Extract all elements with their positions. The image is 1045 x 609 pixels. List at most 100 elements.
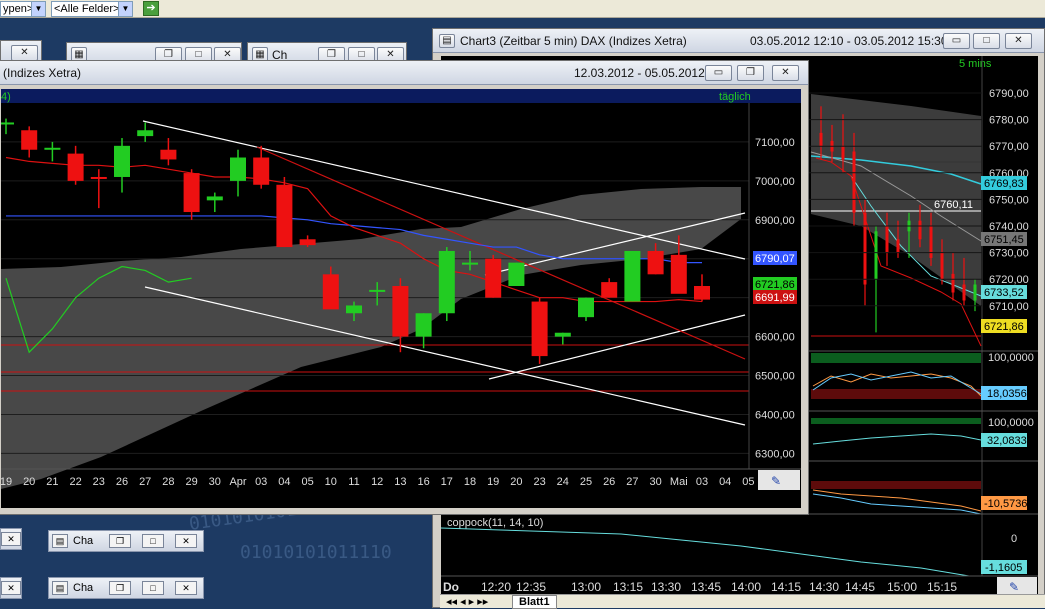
c3-x-tick-label: 14:00: [731, 580, 761, 594]
minimized-window-3[interactable]: ✕: [0, 577, 22, 599]
sheet-tab-blatt1[interactable]: Blatt1: [512, 595, 557, 609]
chart3-titlebar: ▤ Chart3 (Zeitbar 5 min) DAX (Indizes Xe…: [433, 29, 1044, 53]
c3-candle-body: [863, 212, 867, 285]
maximize-button[interactable]: □: [142, 534, 164, 548]
sheet-nav-icons[interactable]: ◂◂ ◂ ▸ ▸▸: [446, 595, 488, 608]
restore-button[interactable]: ❐: [737, 65, 764, 81]
type-combo-value: ypen>: [3, 3, 34, 15]
c3-candle-body: [940, 252, 944, 280]
pencil-icon[interactable]: ✎: [771, 474, 781, 488]
candle-body: [230, 157, 246, 181]
y-tick-label: 6900,00: [755, 215, 795, 227]
coppock-value: -1,1605: [985, 562, 1022, 574]
c3-badge-gray: 6751,45: [984, 234, 1024, 246]
close-button[interactable]: ✕: [1, 532, 21, 546]
x-tick-label: 26: [116, 476, 128, 488]
arrow-right-icon: ➔: [146, 2, 156, 14]
c3-y-tick-label: 6730,00: [989, 248, 1029, 260]
minimize-button[interactable]: ▭: [943, 33, 970, 49]
main-chart-canvas[interactable]: 4) täglich 7100,007000,006900,006800,006…: [1, 89, 801, 508]
x-tick-label: 30: [649, 476, 661, 488]
close-button[interactable]: ✕: [772, 65, 799, 81]
candle-body: [508, 262, 525, 286]
y-tick-label: 6600,00: [755, 332, 795, 344]
maximize-button[interactable]: □: [973, 33, 1000, 49]
candle-body: [299, 239, 316, 246]
candle-body: [624, 250, 641, 302]
y-tick-label: 6300,00: [755, 448, 795, 460]
chart3-title: Chart3 (Zeitbar 5 min) DAX (Indizes Xetr…: [460, 34, 687, 48]
c3-candle-body: [874, 231, 878, 280]
x-tick-label: 03: [696, 476, 708, 488]
c3-interval: 5 mins: [959, 58, 992, 70]
badge-red: 6691,99: [755, 292, 795, 304]
x-tick-label: 24: [557, 476, 569, 488]
x-tick-label: 27: [626, 476, 638, 488]
candle-body: [415, 313, 432, 337]
fields-combo[interactable]: <Alle Felder> ▼: [51, 1, 133, 17]
candle-body: [462, 262, 478, 265]
main-toolbar: ypen> ▼ <Alle Felder> ▼ ➔: [0, 0, 1045, 18]
close-button[interactable]: ✕: [1005, 33, 1032, 49]
c3-ind2-value: 32,0833: [987, 435, 1027, 447]
c3-x-tick-label: Do: [443, 580, 459, 594]
restore-button[interactable]: ❐: [109, 534, 131, 548]
minimized-window-2-title: Cha: [73, 582, 94, 594]
c3-y-tick-label: 6720,00: [989, 274, 1029, 286]
c3-y-tick-label: 6710,00: [989, 301, 1029, 313]
candle-body: [1, 122, 14, 125]
main-date-range: 12.03.2012 - 05.05.2012: [574, 66, 705, 80]
maximize-button[interactable]: □: [142, 581, 164, 595]
restore-button[interactable]: ❐: [109, 581, 131, 595]
c3-badge-yellow: 6721,86: [984, 321, 1024, 333]
x-tick-label: 04: [278, 476, 290, 488]
x-tick-label: 27: [139, 476, 151, 488]
minimized-window-1-title: Cha: [73, 535, 94, 547]
close-button[interactable]: ✕: [11, 45, 38, 61]
candle-body: [67, 153, 84, 181]
x-tick-label: 19: [1, 476, 12, 488]
minimized-window-0[interactable]: ✕: [0, 528, 22, 550]
candle-body: [601, 282, 618, 298]
type-combo[interactable]: ypen> ▼: [0, 1, 46, 17]
minimized-window-1[interactable]: ▤ Cha ❐ □ ✕: [48, 530, 204, 552]
c3-ind1-value: 18,0356: [987, 388, 1027, 400]
minimized-window-2[interactable]: ▤ Cha ❐ □ ✕: [48, 577, 204, 599]
main-chart-window[interactable]: (Indizes Xetra) 12.03.2012 - 05.05.2012 …: [0, 60, 809, 515]
c3-ind1-band-bottom: [811, 389, 981, 399]
y-tick-label: 7000,00: [755, 176, 795, 188]
chart-window-icon: ▤: [52, 534, 68, 548]
chevron-down-icon[interactable]: ▼: [118, 2, 132, 16]
main-chart-svg[interactable]: 4) täglich 7100,007000,006900,006800,006…: [1, 89, 801, 508]
candle-body: [44, 147, 61, 150]
c3-ind3-band: [811, 481, 981, 489]
x-tick-label: 23: [533, 476, 545, 488]
minimize-button[interactable]: ▭: [705, 65, 732, 81]
coppock-label: coppock(11, 14, 10): [447, 517, 543, 529]
c3-candle-body: [951, 273, 955, 293]
chevron-down-icon[interactable]: ▼: [31, 2, 45, 16]
c3-candle-body: [852, 151, 856, 213]
close-button[interactable]: ✕: [175, 581, 197, 595]
x-tick-label: 23: [93, 476, 105, 488]
c3-ind1-band-top: [811, 353, 981, 363]
main-titlebar: (Indizes Xetra) 12.03.2012 - 05.05.2012 …: [0, 61, 808, 85]
close-button[interactable]: ✕: [1, 581, 21, 595]
c3-x-tick-label: 12:20: [481, 580, 511, 594]
x-tick-label: 29: [185, 476, 197, 488]
x-tick-label: 17: [441, 476, 453, 488]
candle-body: [160, 149, 177, 160]
candle-body: [322, 274, 339, 310]
x-tick-label: Apr: [229, 476, 246, 488]
c3-x-tick-label: 15:00: [887, 580, 917, 594]
c3-y-tick-label: 6790,00: [989, 88, 1029, 100]
c3-candle-body: [841, 146, 845, 160]
close-button[interactable]: ✕: [175, 534, 197, 548]
go-arrow-button[interactable]: ➔: [143, 1, 159, 16]
c3-candle-body: [929, 226, 933, 258]
chart-window-icon: ▤: [52, 581, 68, 595]
candle-body: [369, 289, 386, 292]
x-tick-label: 22: [69, 476, 81, 488]
pencil-icon[interactable]: ✎: [1009, 580, 1019, 594]
sheet-tab-bar: ◂◂ ◂ ▸ ▸▸ Blatt1: [440, 594, 1045, 609]
